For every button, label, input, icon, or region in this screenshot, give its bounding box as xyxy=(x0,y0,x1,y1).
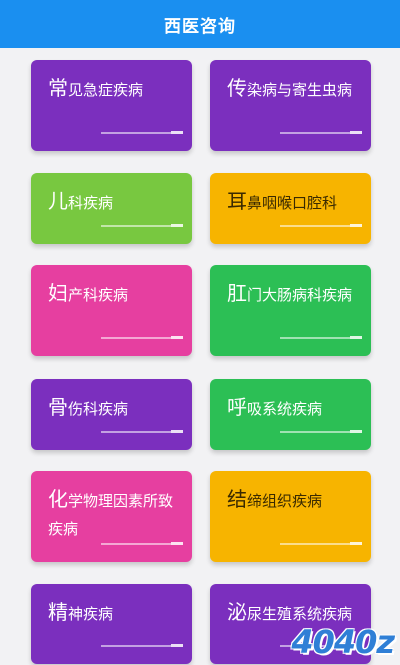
category-card-respiratory[interactable]: 呼吸系统疾病 xyxy=(210,379,371,450)
category-label: 呼吸系统疾病 xyxy=(227,395,323,419)
card-underline xyxy=(101,131,183,134)
card-underline xyxy=(280,430,362,433)
category-card-psychiatry[interactable]: 精神疾病 xyxy=(31,584,192,664)
page-title: 西医咨询 xyxy=(164,16,236,37)
card-underline xyxy=(101,336,183,339)
category-label: 肛门大肠病科疾病 xyxy=(227,281,353,305)
card-underline xyxy=(280,131,362,134)
card-underline xyxy=(101,542,183,545)
category-card-pediatrics[interactable]: 儿科疾病 xyxy=(31,173,192,244)
category-card-orthopedics[interactable]: 骨伤科疾病 xyxy=(31,379,192,450)
card-underline xyxy=(280,542,362,545)
category-card-chemical-physical[interactable]: 化学物理因素所致疾病 xyxy=(31,471,192,562)
title-bar: 西医咨询 xyxy=(0,0,400,48)
category-card-connective-tissue[interactable]: 结缔组织疾病 xyxy=(210,471,371,562)
category-label: 化学物理因素所致疾病 xyxy=(48,487,174,538)
card-underline xyxy=(101,224,183,227)
category-label: 精神疾病 xyxy=(48,600,114,624)
category-label: 耳鼻咽喉口腔科 xyxy=(227,189,338,213)
category-label: 常见急症疾病 xyxy=(48,76,144,100)
category-label: 妇产科疾病 xyxy=(48,281,129,305)
category-label: 骨伤科疾病 xyxy=(48,395,129,419)
card-underline xyxy=(101,430,183,433)
category-card-anorectal[interactable]: 肛门大肠病科疾病 xyxy=(210,265,371,356)
category-card-gynecology[interactable]: 妇产科疾病 xyxy=(31,265,192,356)
category-card-ent[interactable]: 耳鼻咽喉口腔科 xyxy=(210,173,371,244)
category-label: 结缔组织疾病 xyxy=(227,487,323,511)
category-card-infectious[interactable]: 传染病与寄生虫病 xyxy=(210,60,371,151)
category-label: 儿科疾病 xyxy=(48,189,114,213)
watermark-logo: 4040z xyxy=(291,623,395,661)
category-card-emergency[interactable]: 常见急症疾病 xyxy=(31,60,192,151)
card-underline xyxy=(101,644,183,647)
card-underline xyxy=(280,336,362,339)
category-label: 传染病与寄生虫病 xyxy=(227,76,353,100)
card-underline xyxy=(280,224,362,227)
